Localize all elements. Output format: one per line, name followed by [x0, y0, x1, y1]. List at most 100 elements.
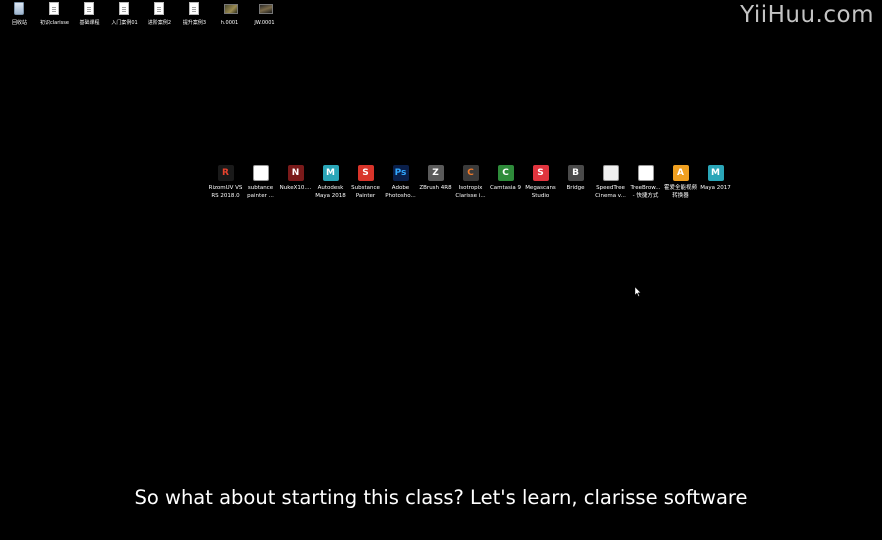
video-subtitle: So what about starting this class? Let's…	[134, 486, 748, 509]
watermark: YiiHuu.com	[740, 2, 874, 28]
desktop-icon-app[interactable]: S Substance Painter	[348, 165, 383, 200]
desktop-icon-app[interactable]: N NukeX10....	[278, 165, 313, 200]
icon-label: 回收站	[11, 20, 27, 26]
icon-label-line: Bridge	[566, 185, 585, 191]
icon-label-line: Maya 2017	[700, 185, 731, 191]
image-thumbnail-icon	[258, 2, 273, 16]
icon-label: 入门案例01	[111, 20, 138, 26]
icon-label: RizomUV VS RS 2018.0	[208, 184, 243, 200]
document-icon	[48, 2, 61, 16]
megascans-icon: S	[532, 165, 549, 181]
substance-painter-icon: S	[357, 165, 374, 181]
video-converter-icon: A	[672, 165, 689, 181]
icon-label-line: RizomUV VS	[208, 185, 243, 191]
document-icon	[83, 2, 96, 16]
desktop-icon-app[interactable]: A 霍爱全能视频 转换器	[663, 165, 698, 200]
desktop-icon-file[interactable]: 入门案例01	[107, 2, 142, 26]
desktop-icon-app[interactable]: Ps Adobe Photosho...	[383, 165, 418, 200]
clarisse-icon: C	[462, 165, 479, 181]
desktop-icon-file[interactable]: 进阶案例2	[142, 2, 177, 26]
desktop-icon-image[interactable]: h.0001	[212, 2, 247, 26]
icon-label-line: painter ...	[247, 193, 274, 199]
icon-label: JW.0001	[254, 20, 275, 26]
desktop-icon-app[interactable]: R RizomUV VS RS 2018.0	[208, 165, 243, 200]
icon-label-line: Isotropix	[458, 185, 483, 191]
speedtree-icon	[602, 165, 619, 181]
icon-label-line: - 快捷方式	[632, 193, 659, 199]
icon-label-line: SpeedTree	[596, 185, 625, 191]
desktop[interactable]: 回收站 初识clarisse 基础课程 入门案例01 进阶案例2 提升案例3 h…	[0, 0, 882, 540]
document-icon	[153, 2, 166, 16]
image-thumbnail-icon	[223, 2, 238, 16]
icon-label: Bridge	[558, 184, 593, 192]
icon-label: 初识clarisse	[40, 20, 69, 26]
icon-label: Substance Painter	[348, 184, 383, 200]
icon-label: ZBrush 4R8	[418, 184, 453, 192]
document-icon	[188, 2, 201, 16]
icon-label-line: 转换器	[672, 193, 689, 199]
desktop-icon-app[interactable]: M Autodesk Maya 2018	[313, 165, 348, 200]
desktop-icon-app[interactable]: Z ZBrush 4R8	[418, 165, 453, 200]
maya-2017-icon: M	[707, 165, 724, 181]
shortcut-file-icon	[252, 165, 269, 181]
icon-label-line: Adobe	[391, 185, 410, 191]
desktop-icon-recycle-bin[interactable]: 回收站	[2, 2, 37, 26]
camtasia-icon: C	[497, 165, 514, 181]
treebrowser-icon	[637, 165, 654, 181]
icon-label: 基础课程	[79, 20, 100, 26]
icon-label: Megascans Studio	[523, 184, 558, 200]
desktop-icon-app[interactable]: C Camtasia 9	[488, 165, 523, 200]
icon-label: 霍爱全能视频 转换器	[663, 184, 698, 200]
nukex-icon: N	[287, 165, 304, 181]
zbrush-icon: Z	[427, 165, 444, 181]
icon-label-line: subtance	[247, 185, 274, 191]
icon-label: subtance painter ...	[243, 184, 278, 200]
rizomuv-icon: R	[217, 165, 234, 181]
icon-label-line: TreeBrow...	[630, 185, 661, 191]
recycle-bin-icon	[13, 2, 26, 16]
icon-label-line: Clarisse i...	[455, 193, 486, 199]
desktop-icon-image[interactable]: JW.0001	[247, 2, 282, 26]
icon-label-line: NukeX10....	[279, 185, 312, 191]
desktop-icon-app[interactable]: S Megascans Studio	[523, 165, 558, 200]
icon-label-line: 霍爱全能视频	[663, 185, 697, 191]
icon-label: NukeX10....	[278, 184, 313, 192]
desktop-icon-file[interactable]: 初识clarisse	[37, 2, 72, 26]
icon-label-line: Autodesk	[317, 185, 344, 191]
icon-label: SpeedTree Cinema v...	[593, 184, 628, 200]
icon-label-line: ZBrush 4R8	[419, 185, 452, 191]
icon-label: 提升案例3	[182, 20, 207, 26]
icon-label: h.0001	[220, 20, 239, 26]
bridge-icon: B	[567, 165, 584, 181]
mouse-cursor-icon	[635, 287, 641, 297]
icon-label: TreeBrow... - 快捷方式	[628, 184, 663, 200]
desktop-icon-app[interactable]: subtance painter ...	[243, 165, 278, 200]
icon-label: Isotropix Clarisse i...	[453, 184, 488, 200]
document-icon	[118, 2, 131, 16]
icon-label-line: Substance	[351, 185, 380, 191]
icon-label: Maya 2017	[698, 184, 733, 192]
icon-label: Camtasia 9	[488, 184, 523, 192]
icon-label-line: Cinema v...	[595, 193, 626, 199]
icon-label-line: Studio	[531, 193, 550, 199]
desktop-icon-app[interactable]: SpeedTree Cinema v...	[593, 165, 628, 200]
icon-label: Adobe Photosho...	[383, 184, 418, 200]
app-icon-row: R RizomUV VS RS 2018.0 subtance painter ... N…	[208, 165, 733, 200]
icon-label-line: Painter	[355, 193, 376, 199]
desktop-icon-file[interactable]: 提升案例3	[177, 2, 212, 26]
maya-2018-icon: M	[322, 165, 339, 181]
icon-label-line: RS 2018.0	[211, 193, 240, 199]
icon-label-line: Megascans	[525, 185, 556, 191]
icon-label: Autodesk Maya 2018	[313, 184, 348, 200]
top-icon-row: 回收站 初识clarisse 基础课程 入门案例01 进阶案例2 提升案例3 h…	[2, 2, 282, 26]
photoshop-icon: Ps	[392, 165, 409, 181]
desktop-icon-app[interactable]: B Bridge	[558, 165, 593, 200]
icon-label: 进阶案例2	[147, 20, 172, 26]
icon-label-line: Camtasia 9	[489, 185, 522, 191]
desktop-icon-app[interactable]: C Isotropix Clarisse i...	[453, 165, 488, 200]
desktop-icon-app[interactable]: TreeBrow... - 快捷方式	[628, 165, 663, 200]
desktop-icon-app[interactable]: M Maya 2017	[698, 165, 733, 200]
icon-label-line: Photosho...	[385, 193, 416, 199]
icon-label-line: Maya 2018	[315, 193, 346, 199]
desktop-icon-file[interactable]: 基础课程	[72, 2, 107, 26]
